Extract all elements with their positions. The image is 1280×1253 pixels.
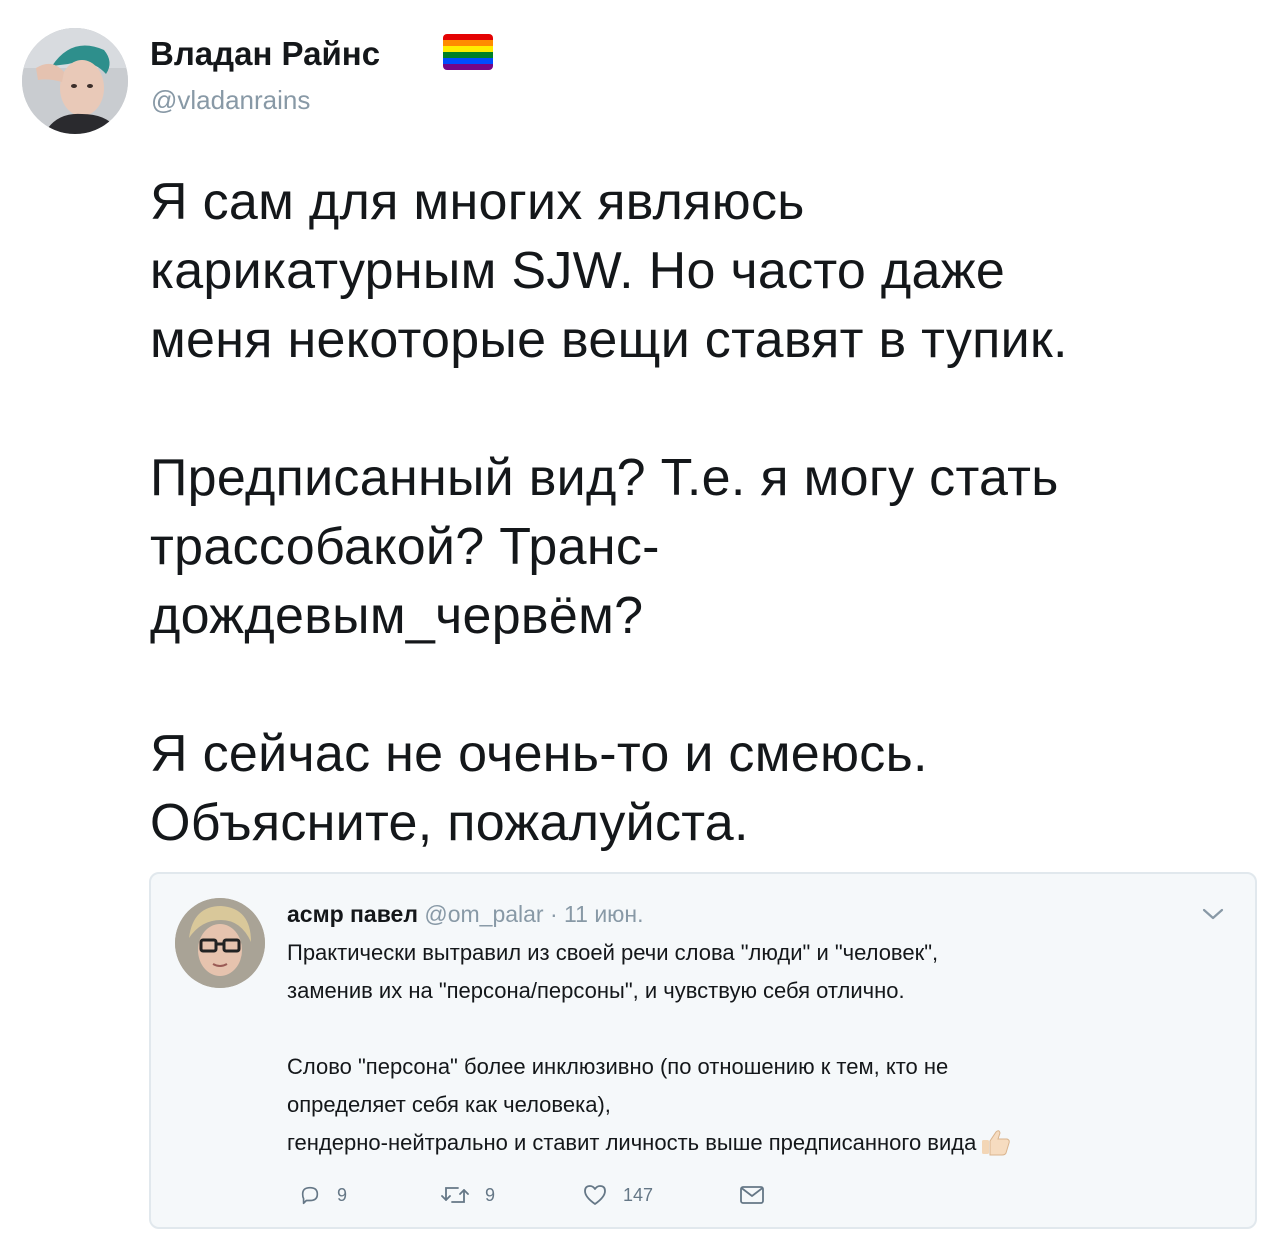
like-action[interactable]: 147	[583, 1180, 653, 1210]
tweet-line: Я сам для многих являюсь	[150, 173, 805, 231]
envelope-icon	[740, 1186, 764, 1204]
quoted-line: Практически вытравил из своей речи слова…	[287, 940, 939, 965]
quoted-tweet-date[interactable]: 11 июн.	[564, 901, 643, 927]
quoted-line: гендерно-нейтрально и ставит личность вы…	[287, 1130, 977, 1155]
retweet-action[interactable]: 9	[441, 1180, 495, 1210]
tweet-line: Я сейчас не очень-то и смеюсь.	[150, 725, 928, 783]
author-name[interactable]: Владан Райнс	[150, 34, 380, 74]
quoted-tweet-text: Практически вытравил из своей речи слова…	[287, 934, 1227, 1162]
author-handle[interactable]: @vladanrains	[151, 84, 310, 116]
reply-icon	[301, 1186, 319, 1205]
rainbow-flag-icon	[443, 34, 493, 70]
quoted-author-name[interactable]: асмр павел	[287, 901, 418, 927]
separator-dot: ·	[549, 901, 558, 927]
tweet-line: Объясните, пожалуйста.	[150, 794, 749, 852]
tweet-line: дождевым_червём?	[150, 587, 644, 645]
tweet-line: карикатурным SJW. Но часто даже	[150, 242, 1006, 300]
tweet-line: меня некоторые вещи ставят в тупик.	[150, 311, 1068, 369]
avatar-photo	[22, 28, 128, 134]
quoted-line: Слово "персона" более инклюзивно (по отн…	[287, 1054, 949, 1079]
heart-icon	[584, 1185, 606, 1205]
author-avatar[interactable]	[22, 28, 128, 134]
quoted-line: заменив их на "персона/персоны", и чувст…	[287, 978, 905, 1003]
tweet-text: Я сам для многих являюсь карикатурным SJ…	[150, 168, 1260, 858]
chevron-down-icon[interactable]	[1201, 902, 1225, 926]
thumbs-up-icon	[982, 1130, 1011, 1156]
quoted-author-avatar[interactable]	[175, 898, 265, 988]
like-count: 147	[623, 1184, 654, 1205]
quoted-tweet-card[interactable]: асмр павел @om_palar · 11 июн. Практичес…	[149, 872, 1257, 1229]
tweet-line: Предписанный вид? Т.е. я могу стать	[150, 449, 1059, 507]
retweet-count: 9	[485, 1184, 496, 1205]
quoted-tweet-header: асмр павел @om_palar · 11 июн.	[287, 900, 644, 928]
reply-action[interactable]: 9	[299, 1180, 347, 1210]
quoted-line-last: гендерно-нейтрально и ставит личность вы…	[287, 1124, 1227, 1162]
retweet-icon	[441, 1187, 469, 1203]
quoted-line: определяет себя как человека),	[287, 1092, 611, 1117]
reply-count: 9	[337, 1184, 348, 1205]
tweet-line: трассобакой? Транс-	[150, 518, 660, 576]
quoted-author-handle[interactable]: @om_palar	[424, 901, 543, 927]
direct-message-action[interactable]	[739, 1180, 765, 1210]
quoted-avatar-photo	[175, 898, 265, 988]
